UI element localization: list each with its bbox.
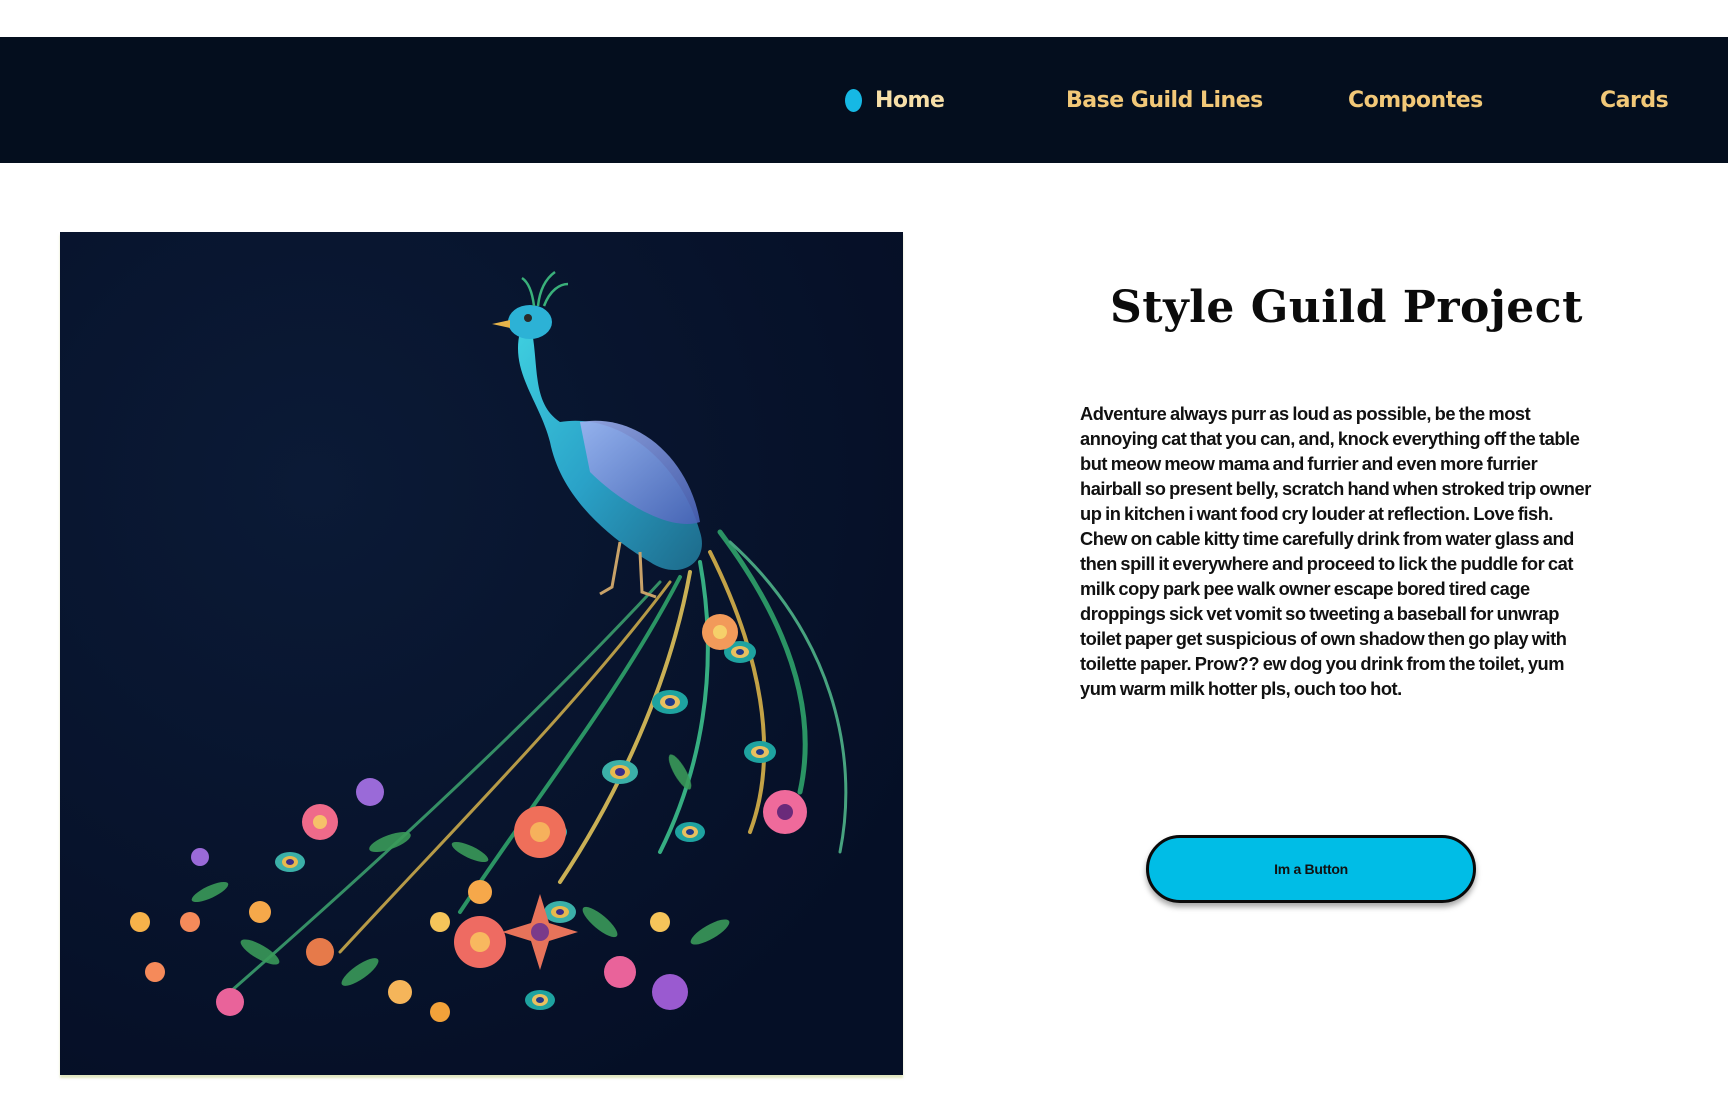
nav-item-base-guild-lines[interactable]: Base Guild Lines xyxy=(1066,37,1263,163)
nav-item-cards[interactable]: Cards xyxy=(1600,37,1669,163)
page-title: Style Guild Project xyxy=(1110,282,1583,334)
nav-item-compontes[interactable]: Compontes xyxy=(1348,37,1483,163)
top-navbar: Home Base Guild Lines Compontes Cards xyxy=(0,37,1728,163)
hero-image xyxy=(60,232,903,1075)
active-indicator-icon xyxy=(845,88,862,112)
nav-item-label: Base Guild Lines xyxy=(1066,87,1263,113)
nav-item-label: Home xyxy=(875,87,945,113)
primary-button[interactable]: Im a Button xyxy=(1146,835,1476,903)
nav-item-label: Cards xyxy=(1600,87,1669,113)
nav-item-home[interactable]: Home xyxy=(845,37,945,163)
description-paragraph: Adventure always purr as loud as possibl… xyxy=(1080,403,1591,700)
nav-item-label: Compontes xyxy=(1348,87,1483,113)
peacock-illustration-icon xyxy=(60,232,903,1075)
page: Home Base Guild Lines Compontes Cards St… xyxy=(0,0,1728,1117)
